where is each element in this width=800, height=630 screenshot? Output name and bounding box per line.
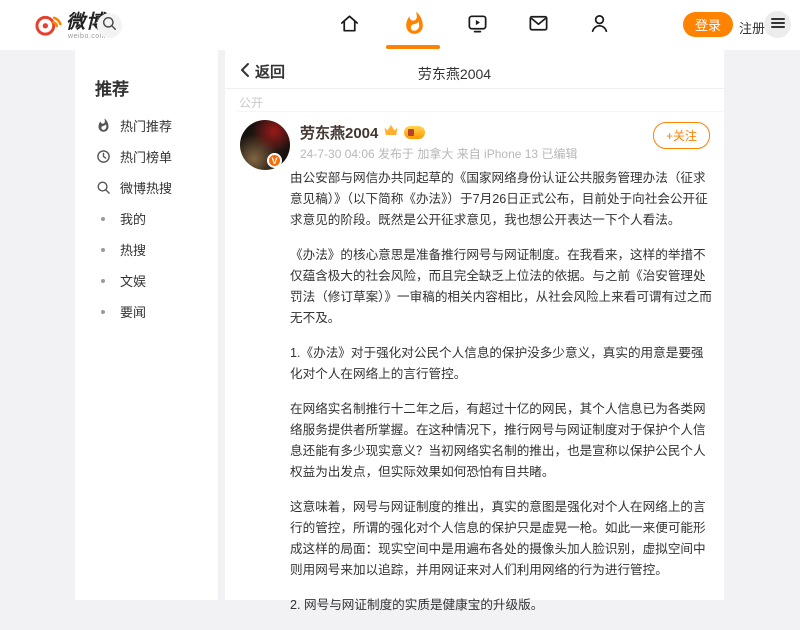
top-navbar: 微博 weibo.com <box>0 0 800 50</box>
login-button[interactable]: 登录 <box>683 12 733 37</box>
bullet-dot-icon <box>101 279 105 283</box>
follow-button[interactable]: +关注 <box>653 122 710 149</box>
sidebar: 推荐 热门推荐 热门榜单 微博热搜 我的 <box>75 50 218 600</box>
sidebar-item-hot-ranking[interactable]: 热门榜单 <box>75 141 218 172</box>
post-paragraph: 2. 网号与网证制度的实质是健康宝的升级版。 <box>290 595 713 616</box>
author-name[interactable]: 劳东燕2004 <box>300 122 378 143</box>
nav-hot-tab-active[interactable] <box>401 13 427 39</box>
visibility-label: 公开 <box>239 94 263 111</box>
post-paragraph: 在网络实名制推行十二年之后，有超过十亿的网民，其个人信息已为各类网络服务提供者所… <box>290 399 713 483</box>
sidebar-item-label: 热门榜单 <box>120 147 172 166</box>
post-paragraph: 这意味着，网号与网证制度的推出，真实的意图是强化对个人在网络上的言行的管控，所谓… <box>290 497 713 581</box>
sidebar-item-hot-search[interactable]: 热搜 <box>75 234 218 265</box>
nav-video-tab[interactable] <box>464 13 490 39</box>
search-icon <box>101 15 118 37</box>
sidebar-item-weibo-hot-search[interactable]: 微博热搜 <box>75 172 218 203</box>
clock-icon <box>95 149 111 165</box>
author-avatar[interactable] <box>240 120 290 170</box>
sidebar-title: 推荐 <box>95 75 218 100</box>
post-paragraph: 1.《办法》对于强化对公民个人信息的保护没多少意义，真实的用意是要强化对个人在网… <box>290 343 713 385</box>
nav-profile-tab[interactable] <box>586 13 612 39</box>
bullet-dot-icon <box>101 248 105 252</box>
person-icon <box>588 12 611 40</box>
nav-messages-tab[interactable] <box>525 13 551 39</box>
main-panel: 返回 劳东燕2004 公开 V 劳东燕2004 24-7-30 04:06 发布… <box>225 50 724 600</box>
verified-v-badge: V <box>267 153 282 168</box>
sidebar-item-label: 文娱 <box>120 271 146 290</box>
weibo-logo[interactable]: 微博 weibo.com <box>33 9 106 44</box>
flame-outline-icon <box>95 118 111 134</box>
sidebar-item-news[interactable]: 要闻 <box>75 296 218 327</box>
author-row: 劳东燕2004 <box>300 122 425 143</box>
divider <box>238 111 724 112</box>
sidebar-item-label: 我的 <box>120 209 146 228</box>
post-paragraph: 《办法》的核心意思是准备推行网号与网证制度。在我看来，这样的举措不仅蕴含极大的社… <box>290 245 713 329</box>
sidebar-item-label: 热门推荐 <box>120 116 172 135</box>
bullet-dot-icon <box>101 217 105 221</box>
menu-button[interactable] <box>764 11 791 38</box>
post-paragraph: 由公安部与网信办共同起草的《国家网络身份认证公共服务管理办法（征求意见稿）》（以… <box>290 168 713 231</box>
search-button[interactable] <box>97 13 122 38</box>
sidebar-item-label: 微博热搜 <box>120 178 172 197</box>
sidebar-item-label: 热搜 <box>120 240 146 259</box>
weibo-eye-icon <box>33 9 63 44</box>
nav-home-tab[interactable] <box>336 13 362 39</box>
crown-icon <box>383 124 399 142</box>
sidebar-item-entertainment[interactable]: 文娱 <box>75 265 218 296</box>
active-tab-underline <box>386 45 440 49</box>
divider <box>225 88 724 89</box>
post-body: 由公安部与网信办共同起草的《国家网络身份认证公共服务管理办法（征求意见稿）》（以… <box>290 168 713 630</box>
sidebar-item-hot-recommend[interactable]: 热门推荐 <box>75 110 218 141</box>
hamburger-icon <box>771 16 785 34</box>
flame-icon <box>402 11 427 41</box>
bullet-dot-icon <box>101 310 105 314</box>
sidebar-item-label: 要闻 <box>120 302 146 321</box>
video-icon <box>466 12 489 40</box>
vip-level-badge-icon <box>404 126 425 139</box>
sidebar-item-mine[interactable]: 我的 <box>75 203 218 234</box>
mail-icon <box>527 12 550 40</box>
register-link[interactable]: 注册 <box>739 18 765 37</box>
home-icon <box>338 12 361 40</box>
page-title: 劳东燕2004 <box>225 64 684 84</box>
search-icon <box>95 180 111 196</box>
post-meta: 24-7-30 04:06 发布于 加拿大 来自 iPhone 13 已编辑 <box>300 145 577 162</box>
